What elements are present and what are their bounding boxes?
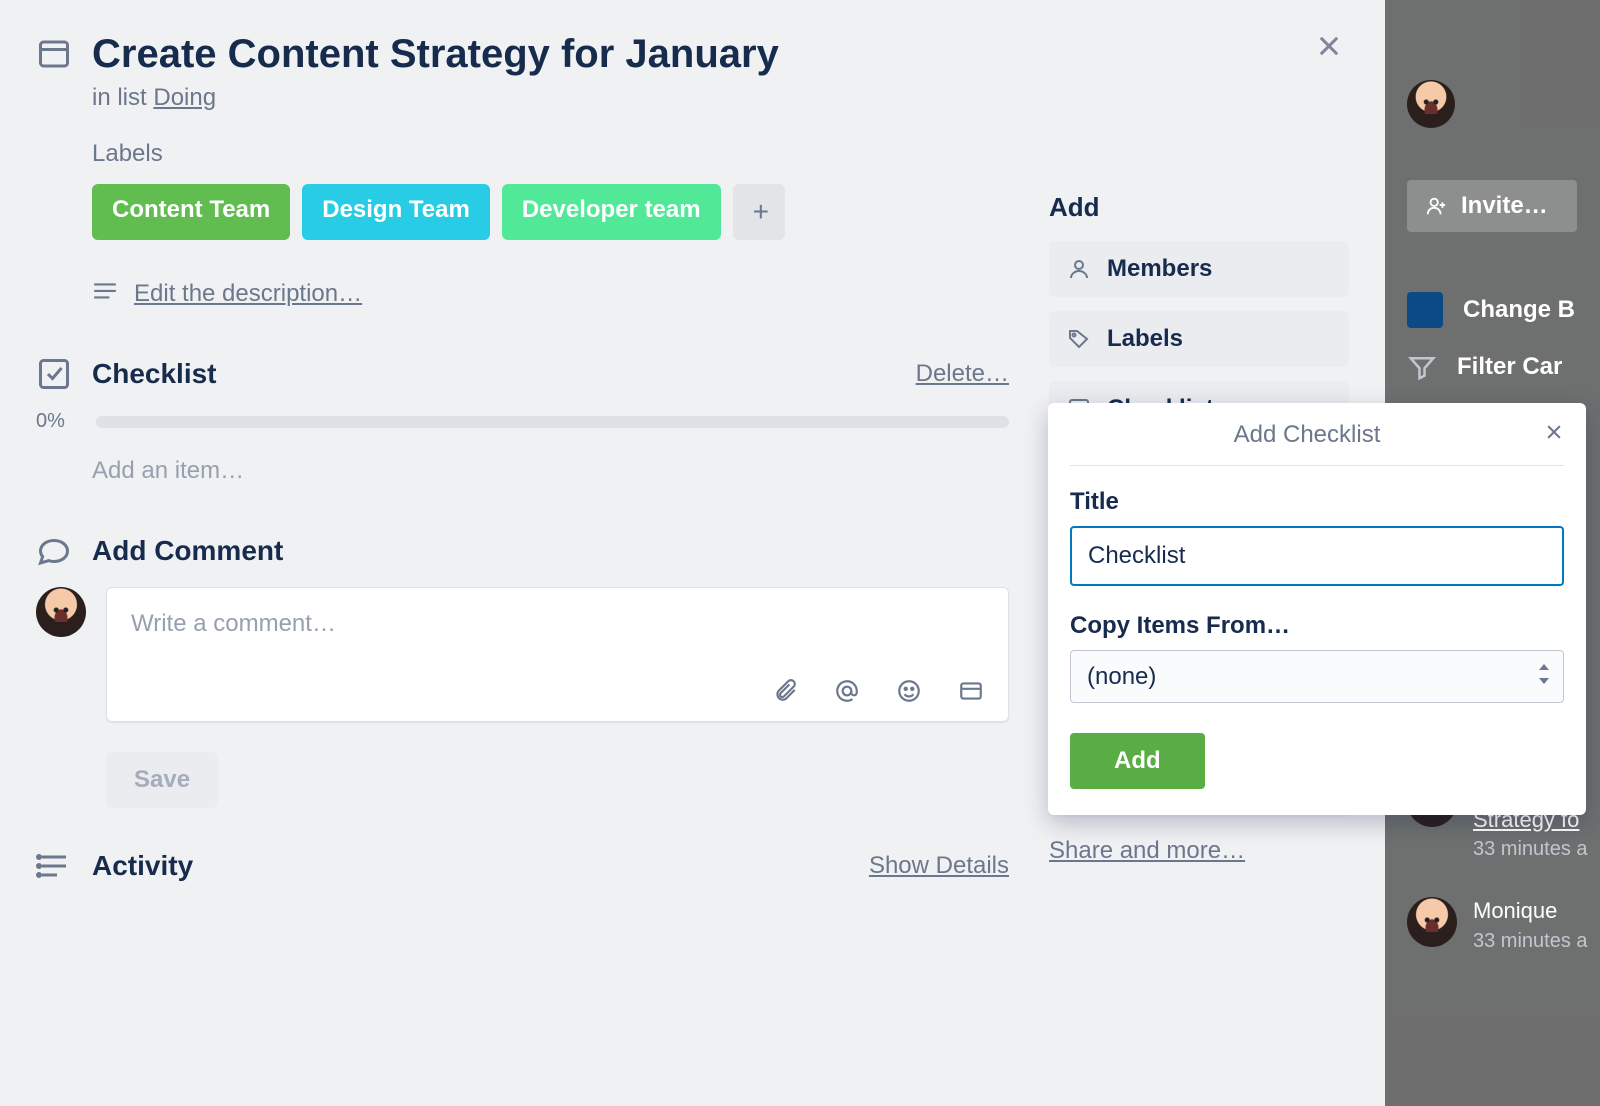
emoji-icon[interactable]: [896, 678, 922, 709]
close-modal-button[interactable]: [1307, 24, 1351, 68]
comment-input[interactable]: Write a comment…: [106, 587, 1009, 722]
filter-cards-row[interactable]: Filter Car: [1407, 352, 1600, 382]
card-icon: [36, 36, 72, 72]
list-link[interactable]: Doing: [153, 84, 216, 111]
add-checklist-item[interactable]: Add an item…: [92, 457, 1009, 485]
labels-row: Content Team Design Team Developer team …: [92, 184, 1009, 240]
popup-title-label: Title: [1070, 488, 1564, 516]
current-user-avatar[interactable]: [36, 587, 86, 637]
description-icon: [92, 282, 118, 307]
add-section-heading: Add: [1049, 192, 1349, 223]
activity-icon: [36, 848, 72, 884]
label-design-team[interactable]: Design Team: [302, 184, 490, 240]
invite-button[interactable]: Invite…: [1407, 180, 1577, 232]
save-comment-button[interactable]: Save: [106, 752, 218, 808]
member-avatar[interactable]: [1407, 80, 1455, 128]
activity-heading: Activity: [92, 850, 849, 882]
labels-heading: Labels: [92, 140, 1009, 168]
progress-percent: 0%: [36, 410, 76, 433]
popup-add-button[interactable]: Add: [1070, 733, 1205, 789]
activity-avatar: [1407, 897, 1457, 947]
popup-copy-label: Copy Items From…: [1070, 612, 1564, 640]
labels-icon: [1067, 327, 1091, 351]
label-developer-team[interactable]: Developer team: [502, 184, 721, 240]
edit-description-link[interactable]: Edit the description…: [134, 280, 362, 308]
comment-icon: [36, 533, 72, 569]
members-icon: [1067, 257, 1091, 281]
progress-bar: [96, 416, 1009, 428]
checklist-progress: 0%: [36, 410, 1009, 433]
copy-items-from-select[interactable]: (none): [1070, 650, 1564, 703]
checklist-icon: [36, 356, 72, 392]
popup-title: Add Checklist: [1070, 421, 1544, 449]
add-comment-heading: Add Comment: [92, 535, 1009, 567]
add-label-button[interactable]: +: [733, 184, 785, 240]
popup-close-button[interactable]: [1544, 421, 1564, 449]
card-picker-icon[interactable]: [958, 678, 984, 709]
card-title[interactable]: Create Content Strategy for January: [92, 30, 779, 78]
activity-item: Monique 33 minutes a: [1407, 897, 1600, 954]
comment-placeholder: Write a comment…: [131, 610, 984, 638]
share-more-link[interactable]: Share and more…: [1049, 837, 1245, 865]
label-content-team[interactable]: Content Team: [92, 184, 290, 240]
add-checklist-popup: Add Checklist Title Copy Items From… (no…: [1048, 403, 1586, 815]
card-list-location: in list Doing: [92, 84, 1349, 112]
add-labels-button[interactable]: Labels: [1049, 311, 1349, 367]
show-details-link[interactable]: Show Details: [869, 852, 1009, 880]
mention-icon[interactable]: [834, 678, 860, 709]
add-members-button[interactable]: Members: [1049, 241, 1349, 297]
checklist-heading: Checklist: [92, 358, 896, 390]
background-color-swatch: [1407, 292, 1443, 328]
checklist-title-input[interactable]: [1070, 526, 1564, 586]
attachment-icon[interactable]: [772, 678, 798, 709]
delete-checklist-link[interactable]: Delete…: [916, 360, 1009, 388]
change-background-row[interactable]: Change B: [1407, 292, 1600, 328]
invite-label: Invite…: [1461, 192, 1548, 220]
